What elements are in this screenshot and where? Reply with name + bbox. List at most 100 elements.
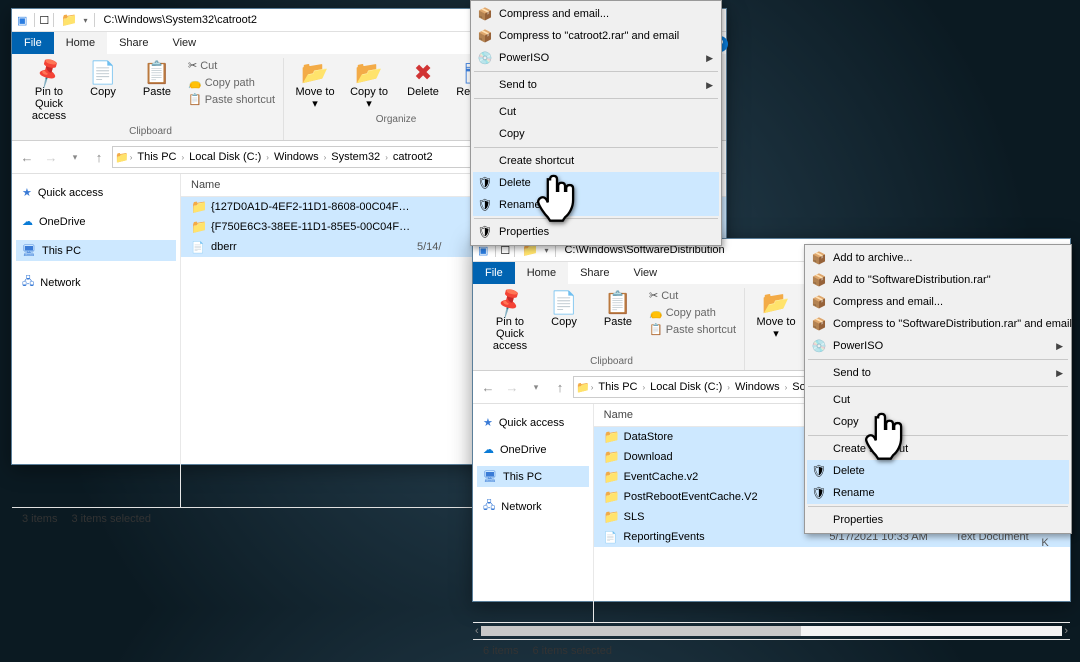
move-to-button[interactable]: 📂Move to ▾ (290, 58, 340, 112)
sidebar-item-network[interactable]: 🖧Network (477, 493, 589, 520)
paste-shortcut-button[interactable]: 📋Paste shortcut (186, 92, 277, 107)
sidebar-item-this-pc[interactable]: 🖥This PC (477, 466, 589, 487)
menu-item[interactable]: 🛡Rename (807, 482, 1069, 504)
delete-button[interactable]: ✖Delete (398, 58, 448, 100)
pointing-hand-cursor (862, 410, 908, 466)
up-button[interactable]: ↑ (549, 376, 571, 398)
menu-item[interactable]: Create shortcut (473, 150, 719, 172)
col-name[interactable]: Name (604, 409, 804, 421)
chevron-down-icon[interactable]: ▾ (544, 246, 548, 255)
breadcrumb[interactable]: Local Disk (C:) (185, 151, 265, 163)
network-icon: 🖧 (483, 497, 495, 516)
file-name: PostRebootEventCache.V2 (624, 491, 824, 503)
menu-item-icon: 🛡 (477, 198, 493, 212)
move-to-button[interactable]: 📂Move to ▾ (751, 288, 801, 342)
tab-share[interactable]: Share (107, 32, 160, 54)
tab-home[interactable]: Home (515, 262, 568, 284)
sidebar-item-quick-access[interactable]: ★Quick access (477, 412, 589, 433)
menu-item-label: Compress to "catroot2.rar" and email (499, 30, 679, 42)
menu-item-icon: 📦 (477, 29, 493, 43)
menu-item[interactable]: Cut (807, 389, 1069, 411)
menu-item[interactable]: 📦Add to archive... (807, 247, 1069, 269)
menu-item[interactable]: 🛡 Delete (807, 460, 1069, 482)
menu-item[interactable]: Create shortcut (807, 438, 1069, 460)
menu-item[interactable]: 💿PowerISO▶ (473, 47, 719, 69)
recent-button[interactable]: ▾ (64, 146, 86, 168)
up-button[interactable]: ↑ (88, 146, 110, 168)
menu-item-icon: 🛡 (811, 464, 827, 478)
menu-item[interactable]: 🛡Delete (473, 172, 719, 194)
horizontal-scrollbar[interactable]: ‹ › (473, 622, 1070, 639)
tab-view[interactable]: View (160, 32, 208, 54)
paste-button[interactable]: 📋Paste (593, 288, 643, 330)
menu-item[interactable]: 📦 Compress to "catroot2.rar" and email (473, 25, 719, 47)
menu-item[interactable]: Send to▶ (807, 362, 1069, 384)
sidebar-item-quick-access[interactable]: ★Quick access (16, 182, 176, 203)
cut-button[interactable]: Cut (647, 288, 738, 303)
breadcrumb[interactable]: This PC (594, 381, 641, 393)
menu-item[interactable]: 🛡Properties (473, 221, 719, 243)
folder-icon: 📁 (604, 489, 618, 505)
cut-button[interactable]: Cut (186, 58, 277, 73)
pin-button[interactable]: 📌Pin to Quick access (485, 288, 535, 354)
file-name: DataStore (624, 431, 824, 443)
menu-item[interactable]: 📦 Compress and email... (473, 3, 719, 25)
menu-item[interactable]: 📦Compress and email... (807, 291, 1069, 313)
menu-item[interactable]: Copy (473, 123, 719, 145)
back-button[interactable]: ← (477, 376, 499, 398)
menu-item-icon: 📦 (811, 251, 827, 265)
forward-button[interactable]: → (40, 146, 62, 168)
breadcrumb[interactable]: Windows (270, 151, 323, 163)
copy-button[interactable]: 📄Copy (539, 288, 589, 330)
pc-icon: 🖥 (483, 470, 497, 483)
breadcrumb[interactable]: Windows (731, 381, 784, 393)
sidebar-item-this-pc[interactable]: 🖥This PC (16, 240, 176, 261)
tab-file[interactable]: File (473, 262, 515, 284)
copy-path-button[interactable]: 👝Copy path (186, 75, 277, 90)
breadcrumb[interactable]: Local Disk (C:) (646, 381, 726, 393)
menu-item[interactable]: Cut (473, 101, 719, 123)
menu-item[interactable]: 💿PowerISO▶ (807, 335, 1069, 357)
tab-view[interactable]: View (621, 262, 669, 284)
cloud-icon: ☁ (483, 443, 494, 456)
breadcrumb[interactable]: System32 (327, 151, 384, 163)
pin-button[interactable]: 📌Pin to Quick access (24, 58, 74, 124)
checkbox-icon[interactable]: ☐ (39, 14, 49, 27)
chevron-right-icon: ▶ (1056, 368, 1063, 379)
tab-home[interactable]: Home (54, 32, 107, 54)
chevron-down-icon[interactable]: ▾ (83, 16, 87, 25)
back-button[interactable]: ← (16, 146, 38, 168)
menu-item-label: PowerISO (499, 52, 549, 64)
menu-item[interactable]: Send to▶ (473, 74, 719, 96)
menu-item-label: Compress and email... (499, 8, 609, 20)
forward-button[interactable]: → (501, 376, 523, 398)
folder-icon: 📁 (604, 429, 618, 445)
copy-path-button[interactable]: 👝Copy path (647, 305, 738, 320)
sidebar-item-network[interactable]: 🖧Network (16, 269, 176, 296)
tab-share[interactable]: Share (568, 262, 621, 284)
sidebar-item-onedrive[interactable]: ☁OneDrive (477, 439, 589, 460)
folder-icon: 📁 (191, 219, 205, 235)
menu-item[interactable]: 📦Compress to "SoftwareDistribution.rar" … (807, 313, 1069, 335)
col-name[interactable]: Name (191, 179, 391, 191)
menu-item-icon: 📦 (477, 7, 493, 21)
pc-icon: 🖥 (22, 244, 36, 257)
copy-to-button[interactable]: 📂Copy to ▾ (344, 58, 394, 112)
recent-button[interactable]: ▾ (525, 376, 547, 398)
menu-item-label: Delete (833, 465, 865, 477)
folder-icon: 📁 (604, 449, 618, 465)
menu-item[interactable]: 📦Add to "SoftwareDistribution.rar" (807, 269, 1069, 291)
menu-item[interactable]: Properties (807, 509, 1069, 531)
breadcrumb[interactable]: catroot2 (389, 151, 437, 163)
paste-shortcut-button[interactable]: 📋Paste shortcut (647, 322, 738, 337)
menu-item-label: Copy (833, 416, 859, 428)
menu-item[interactable]: Copy (807, 411, 1069, 433)
copy-button[interactable]: 📄Copy (78, 58, 128, 100)
folder-icon: 📁 (576, 381, 590, 394)
sidebar-item-onedrive[interactable]: ☁OneDrive (16, 211, 176, 232)
ribbon-group-clipboard: Clipboard (129, 124, 172, 140)
breadcrumb[interactable]: This PC (133, 151, 180, 163)
menu-item[interactable]: 🛡Rename (473, 194, 719, 216)
tab-file[interactable]: File (12, 32, 54, 54)
paste-button[interactable]: 📋Paste (132, 58, 182, 100)
